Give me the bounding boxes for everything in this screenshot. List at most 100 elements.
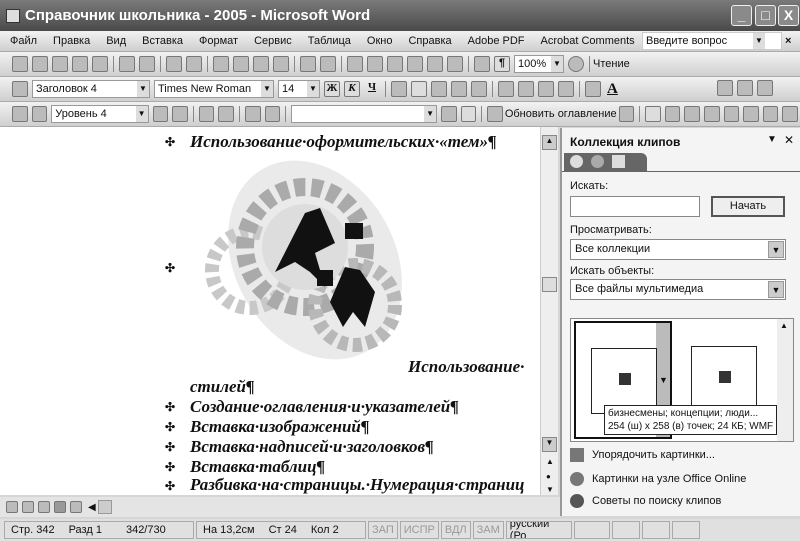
maximize-button[interactable]: □ xyxy=(755,5,776,26)
promote-icon[interactable] xyxy=(31,106,48,122)
web-view-icon[interactable] xyxy=(22,501,34,513)
chevron-down-icon[interactable]: ▼ xyxy=(307,81,319,97)
increase-indent-icon[interactable] xyxy=(558,81,574,97)
line-spacing-icon[interactable] xyxy=(471,81,487,97)
search-tips-link[interactable]: Советы по поиску клипов xyxy=(570,494,721,508)
status-track-changes[interactable]: ИСПР xyxy=(399,521,439,539)
pdf-review-icon[interactable] xyxy=(757,79,773,96)
pane-close-icon[interactable]: ✕ xyxy=(784,133,794,147)
status-language[interactable]: русский (Ро xyxy=(505,521,572,539)
merge-subdoc-icon[interactable] xyxy=(743,106,759,122)
style-combo[interactable]: Заголовок 4 ▼ xyxy=(32,80,150,98)
font-color-button[interactable]: A xyxy=(607,81,618,98)
redo-icon[interactable] xyxy=(320,56,336,72)
browse-object-icon[interactable]: ● xyxy=(546,472,551,481)
tables-borders-icon[interactable] xyxy=(367,56,383,72)
outline-expand-icon[interactable]: ✣ xyxy=(165,420,175,434)
help-icon[interactable] xyxy=(568,56,584,72)
chevron-down-icon[interactable]: ▼ xyxy=(768,281,784,298)
horizontal-scrollbar[interactable] xyxy=(97,500,112,514)
outline-expand-icon[interactable]: ✣ xyxy=(165,261,175,275)
align-left-icon[interactable] xyxy=(391,81,407,97)
menu-insert[interactable]: Вставка xyxy=(142,35,183,47)
decrease-indent-icon[interactable] xyxy=(538,81,554,97)
vertical-scrollbar[interactable]: ▲ ▼ ▲ ● ▼ xyxy=(540,127,558,495)
scroll-thumb[interactable] xyxy=(542,277,557,292)
search-start-button[interactable]: Начать xyxy=(711,196,785,217)
print-icon[interactable] xyxy=(119,56,135,72)
spelling-icon[interactable] xyxy=(166,56,182,72)
menu-tools[interactable]: Сервис xyxy=(254,35,292,47)
drawing-icon[interactable] xyxy=(447,56,463,72)
scroll-down-button[interactable]: ▼ xyxy=(542,437,557,452)
align-center-icon[interactable] xyxy=(411,81,427,97)
outline-expand-icon[interactable]: ✣ xyxy=(165,479,175,493)
menu-view[interactable]: Вид xyxy=(106,35,126,47)
master-document-icon[interactable] xyxy=(645,106,661,122)
new-icon[interactable] xyxy=(12,56,28,72)
back-icon[interactable] xyxy=(570,155,583,168)
expand-icon[interactable] xyxy=(244,106,261,122)
insert-subdoc-icon[interactable] xyxy=(723,106,740,122)
move-up-icon[interactable] xyxy=(198,106,215,122)
previous-page-icon[interactable]: ▲ xyxy=(546,457,554,466)
pdf-convert-icon[interactable] xyxy=(717,79,733,96)
menu-adobe-pdf[interactable]: Adobe PDF xyxy=(468,35,525,47)
chevron-down-icon[interactable]: ▼ xyxy=(261,81,273,97)
menu-acrobat-comments[interactable]: Acrobat Comments xyxy=(541,35,635,47)
bullets-icon[interactable] xyxy=(518,81,534,97)
collapse-icon[interactable] xyxy=(264,106,281,122)
outline-level-combo[interactable]: Уровень 4 ▼ xyxy=(51,105,149,123)
first-line-only-icon[interactable] xyxy=(441,106,457,122)
outline-expand-icon[interactable]: ✣ xyxy=(165,460,175,474)
create-subdoc-icon[interactable] xyxy=(684,106,700,122)
align-right-icon[interactable] xyxy=(431,81,447,97)
chevron-down-icon[interactable]: ▼ xyxy=(135,106,148,122)
media-type-select[interactable]: Все файлы мультимедиа ▼ xyxy=(570,279,786,300)
status-overtype[interactable]: ЗАМ xyxy=(472,521,504,539)
zoom-combo[interactable]: 100% ▼ xyxy=(514,55,564,73)
preview-icon[interactable] xyxy=(139,56,155,72)
permission-icon[interactable] xyxy=(72,56,88,72)
document-map-icon[interactable] xyxy=(474,56,490,72)
scroll-left-icon[interactable]: ◀ xyxy=(88,502,96,513)
email-icon[interactable] xyxy=(92,56,108,72)
outline-view-icon[interactable] xyxy=(54,501,66,513)
demote-icon[interactable] xyxy=(152,106,169,122)
normal-view-icon[interactable] xyxy=(6,501,18,513)
save-icon[interactable] xyxy=(52,56,68,72)
chevron-down-icon[interactable]: ▼ xyxy=(768,241,784,258)
insert-excel-icon[interactable] xyxy=(407,56,423,72)
document-area[interactable]: ✣ Использование·оформительских·«тем»¶ ✣ … xyxy=(0,127,540,495)
outline-expand-icon[interactable]: ✣ xyxy=(165,135,175,149)
columns-icon[interactable] xyxy=(427,56,443,72)
home-icon[interactable] xyxy=(612,155,625,168)
forward-icon[interactable] xyxy=(591,155,604,168)
italic-button[interactable]: К xyxy=(344,81,360,97)
remove-subdoc-icon[interactable] xyxy=(704,106,720,122)
spelling-status-icon[interactable] xyxy=(573,521,610,539)
office-online-link[interactable]: Картинки на узле Office Online xyxy=(570,472,746,486)
bold-button[interactable]: Ж xyxy=(324,81,340,97)
pane-menu-icon[interactable]: ▼ xyxy=(767,134,777,145)
undo-icon[interactable] xyxy=(300,56,316,72)
scroll-up-button[interactable]: ▲ xyxy=(542,135,557,150)
menu-file[interactable]: Файл xyxy=(10,35,37,47)
menu-format[interactable]: Формат xyxy=(199,35,238,47)
clip-art-businessmen-gears[interactable] xyxy=(195,155,445,370)
pdf-email-icon[interactable] xyxy=(737,79,753,96)
chevron-down-icon[interactable]: ▼ xyxy=(137,81,149,97)
next-page-icon[interactable]: ▼ xyxy=(546,485,554,494)
lock-doc-icon[interactable] xyxy=(782,106,799,122)
close-button[interactable]: X xyxy=(778,5,799,26)
numbering-icon[interactable] xyxy=(498,81,514,97)
promote-heading-icon[interactable] xyxy=(12,106,28,122)
outline-expand-icon[interactable]: ✣ xyxy=(165,440,175,454)
chevron-down-icon[interactable]: ▼ xyxy=(551,56,563,72)
cut-icon[interactable] xyxy=(213,56,229,72)
menu-help[interactable]: Справка xyxy=(408,35,451,47)
open-icon[interactable] xyxy=(32,56,48,72)
borders-icon[interactable] xyxy=(585,81,601,97)
reading-button[interactable]: Чтение xyxy=(593,58,630,70)
clip-result[interactable] xyxy=(691,346,757,412)
